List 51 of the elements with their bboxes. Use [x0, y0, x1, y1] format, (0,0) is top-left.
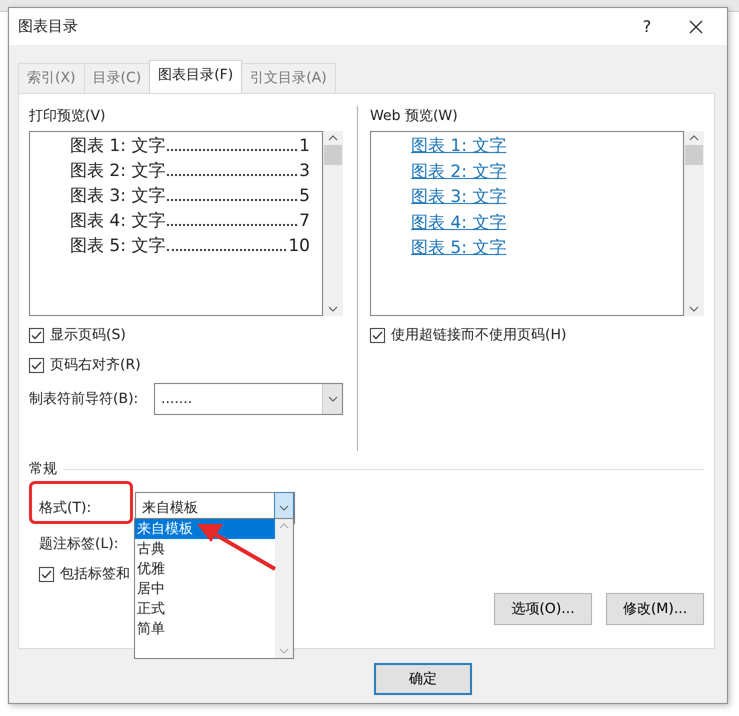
window-title: 图表目录: [18, 16, 79, 38]
dropdown-option[interactable]: 正式: [135, 599, 275, 619]
tab[interactable]: 索引(X): [18, 63, 85, 93]
page-number: 3: [299, 160, 310, 183]
checkbox[interactable]: [39, 566, 54, 582]
checkbox[interactable]: [370, 328, 385, 342]
entry-caption: 图表 1: 文字: [70, 135, 166, 158]
checkbox-label: 包括标签和: [60, 564, 130, 584]
scroll-thumb[interactable]: [324, 145, 342, 165]
scrollbar[interactable]: [323, 131, 343, 316]
preview-link[interactable]: 图表 1: 文字: [410, 134, 506, 160]
options-button[interactable]: 选项(O)...: [494, 593, 592, 625]
checkbox-label: 显示页码(S): [50, 326, 126, 344]
entry-caption: 图表 2: 文字: [70, 160, 166, 183]
page-number: 5: [299, 185, 310, 208]
format-label: 格式(T):: [39, 498, 92, 518]
ok-button[interactable]: 确定: [374, 663, 472, 695]
caret-icon: [328, 396, 338, 402]
web-preview-label: Web 预览(W): [370, 107, 459, 126]
help-button[interactable]: ?: [627, 14, 667, 38]
print-preview-label: 打印预览(V): [29, 107, 107, 126]
tab-leader-select[interactable]: .......: [154, 383, 343, 415]
dropdown-option[interactable]: 简单: [135, 619, 275, 639]
preview-link[interactable]: 图表 2: 文字: [410, 160, 506, 185]
scroll-thumb[interactable]: [685, 145, 703, 165]
page-number: 10: [288, 235, 310, 258]
caret-icon: [279, 505, 289, 511]
preview-link[interactable]: 图表 4: 文字: [410, 210, 506, 236]
dropdown-option[interactable]: 古典: [135, 539, 275, 559]
dropdown-option[interactable]: 优雅: [135, 559, 275, 579]
page-number: 1: [299, 135, 310, 158]
modify-button[interactable]: 修改(M)...: [606, 593, 704, 625]
dropdown-option[interactable]: 来自模板: [135, 519, 275, 539]
group-title: 常规: [29, 460, 57, 479]
preview-link[interactable]: 图表 3: 文字: [410, 185, 506, 210]
tab-leader-label: 制表符前导符(B):: [29, 390, 140, 408]
checkbox-label: 页码右对齐(R): [50, 356, 141, 374]
close-icon[interactable]: [689, 20, 703, 34]
caption-label: 题注标签(L):: [39, 536, 118, 552]
dropdown-option[interactable]: 居中: [135, 579, 275, 599]
preview-link[interactable]: 图表 5: 文字: [410, 236, 506, 262]
entry-caption: 图表 4: 文字: [70, 210, 166, 233]
entry-caption: 图表 3: 文字: [70, 185, 166, 208]
scrollbar[interactable]: [684, 131, 704, 316]
tab[interactable]: 图表目录(F): [149, 60, 242, 94]
checkbox-label: 使用超链接而不使用页码(H): [390, 326, 566, 344]
checkbox[interactable]: [29, 328, 44, 342]
checkbox[interactable]: [29, 358, 44, 372]
page-number: 7: [299, 210, 310, 233]
tab[interactable]: 引文目录(A): [241, 63, 336, 93]
entry-caption: 图表 5: 文字: [70, 235, 166, 258]
